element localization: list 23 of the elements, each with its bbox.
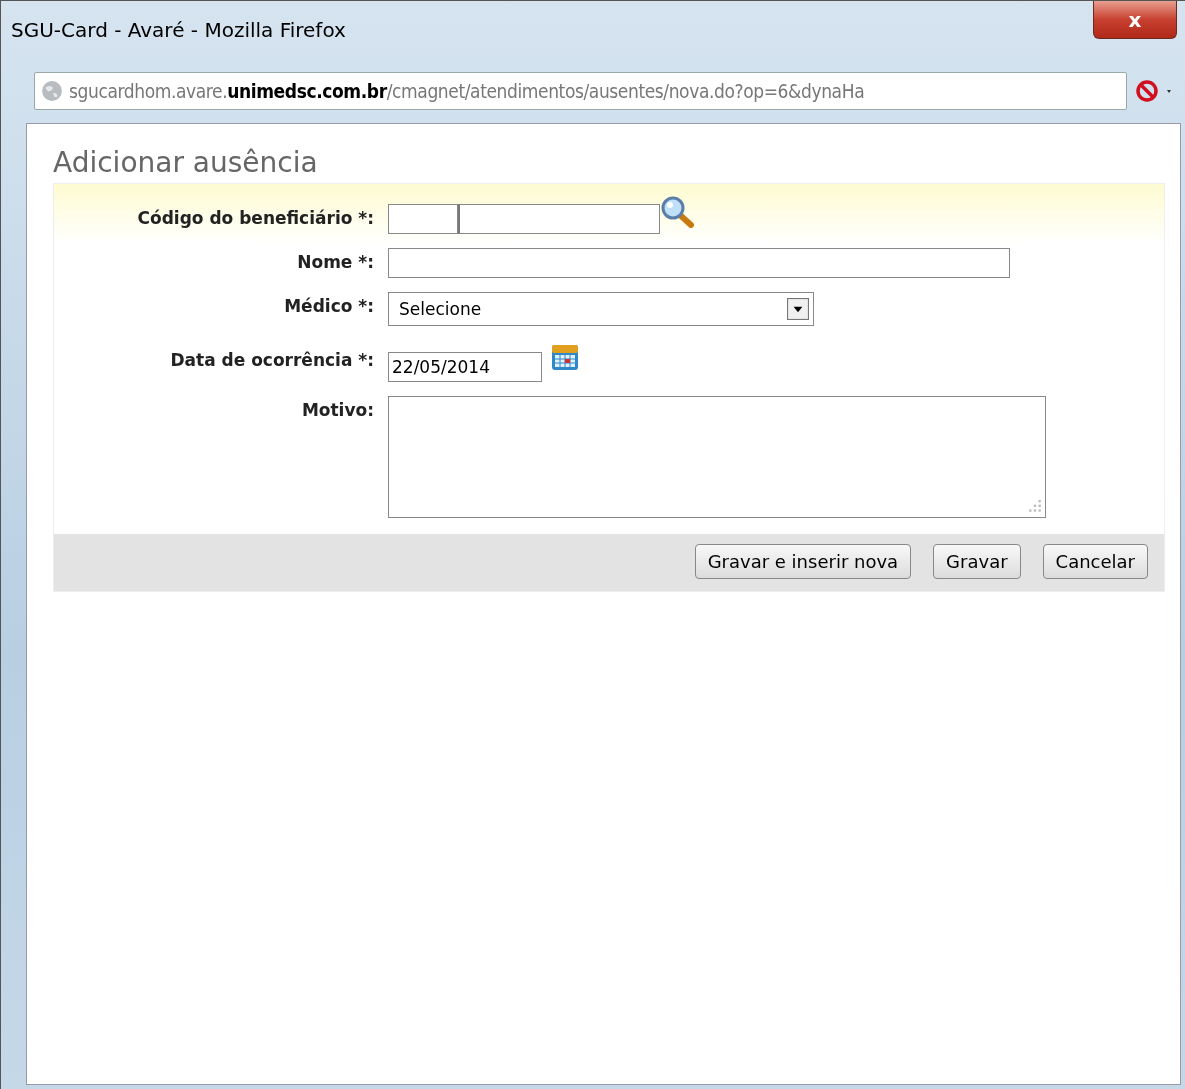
doctor-dropdown[interactable]: Selecione (388, 292, 814, 326)
code-prefix-field[interactable] (388, 204, 458, 234)
globe-icon (41, 80, 63, 102)
resize-grip-icon[interactable] (1028, 500, 1042, 514)
address-bar[interactable]: sgucardhom.avare.unimedsc.com.br/cmagnet/atendimentos/ausentes/nova.do?op=6&dynaHa (34, 72, 1127, 110)
date-field[interactable]: 22/05/2014 (388, 352, 542, 382)
form-title: Adicionar ausência (53, 146, 319, 179)
field-label: Nome *: (296, 251, 375, 272)
form-button[interactable]: Cancelar (1042, 544, 1148, 579)
form-button[interactable]: Gravar e inserir nova (694, 544, 912, 579)
field-label: Motivo: (300, 399, 375, 420)
close-button[interactable]: x (1093, 1, 1177, 39)
field-label: Data de ocorrência *: (169, 349, 375, 370)
field-label: Código do beneficiário *: (136, 207, 375, 228)
name-field[interactable] (388, 248, 1010, 278)
code-field[interactable] (458, 204, 660, 234)
window-title: SGU-Card - Avaré - Mozilla Firefox (11, 18, 346, 42)
reason-field[interactable] (388, 396, 1046, 518)
calendar-icon[interactable] (550, 342, 580, 372)
url-text: sgucardhom.avare.unimedsc.com.br/cmagnet/atendimentos/ausentes/nova.do?op=6&dynaHa (69, 80, 865, 102)
form-button[interactable]: Gravar (933, 544, 1021, 579)
field-label: Médico *: (283, 295, 375, 316)
search-icon[interactable] (660, 196, 696, 228)
